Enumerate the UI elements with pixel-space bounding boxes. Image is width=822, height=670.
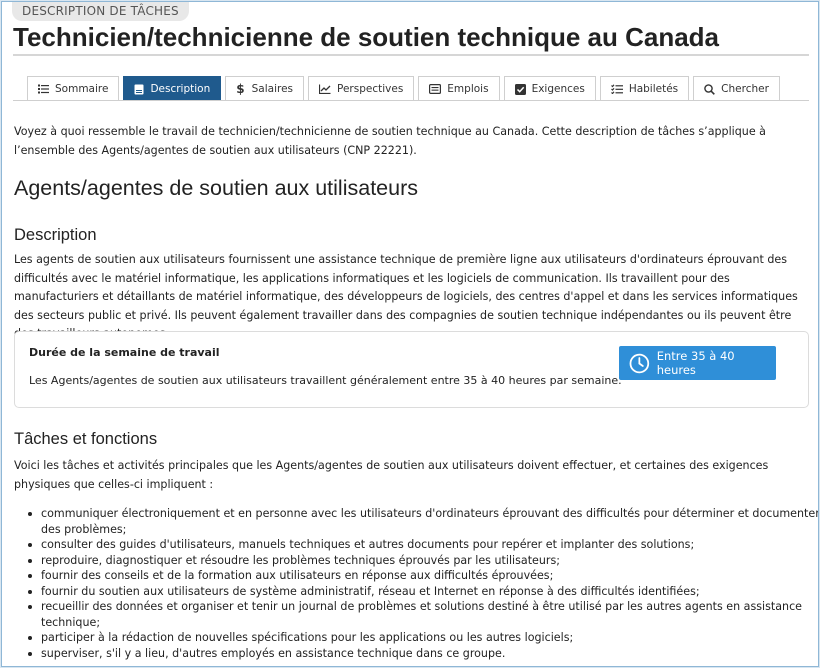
tab-label: Salaires xyxy=(251,83,294,95)
tab-habiletes[interactable]: Habiletés xyxy=(599,76,690,101)
intro-paragraph: Voyez à quoi ressemble le travail de tec… xyxy=(14,125,766,157)
tab-label: Chercher xyxy=(721,83,769,95)
list-item: communiquer électroniquement et en perso… xyxy=(28,506,818,537)
duties-intro: Voici les tâches et activités principale… xyxy=(14,459,769,491)
list-item: consulter des guides d'utilisateurs, man… xyxy=(28,537,818,553)
tab-perspectives[interactable]: Perspectives xyxy=(308,76,415,101)
list-item: reproduire, diagnostiquer et résoudre le… xyxy=(28,553,818,569)
tab-sommaire[interactable]: Sommaire xyxy=(27,76,120,101)
tab-bar: Sommaire Description $ Salaires Perspect… xyxy=(27,76,784,101)
section-badge: DESCRIPTION DE TÂCHES xyxy=(12,2,189,21)
list-item: superviser, s'il y a lieu, d'autres empl… xyxy=(28,646,818,662)
workweek-text: Les Agents/agentes de soutien aux utilis… xyxy=(29,374,622,387)
tab-description[interactable]: Description xyxy=(123,76,222,101)
tab-chercher[interactable]: Chercher xyxy=(693,76,780,101)
tab-salaires[interactable]: $ Salaires xyxy=(225,76,305,101)
title-divider xyxy=(13,54,809,56)
tab-label: Exigences xyxy=(531,83,585,95)
tab-label: Habiletés xyxy=(628,83,679,95)
description-heading: Description xyxy=(14,226,97,244)
tab-emplois[interactable]: Emplois xyxy=(418,76,500,101)
page-title: Technicien/technicienne de soutien techn… xyxy=(13,22,719,52)
duties-list: communiquer électroniquement et en perso… xyxy=(14,506,818,662)
list-item: participer à la rédaction de nouvelles s… xyxy=(28,630,818,646)
trend-chart-icon xyxy=(319,84,331,94)
description-paragraph: Les agents de soutien aux utilisateurs f… xyxy=(14,253,798,340)
list-item: fournir du soutien aux utilisateurs de s… xyxy=(28,584,818,600)
list-icon xyxy=(38,84,49,94)
page-frame: DESCRIPTION DE TÂCHES Technicien/technic… xyxy=(1,1,819,667)
duties-heading: Tâches et fonctions xyxy=(14,430,158,448)
job-listing-icon xyxy=(429,84,442,94)
search-icon xyxy=(704,83,716,95)
hours-button-label: Entre 35 à 40 heures xyxy=(656,349,735,377)
tab-exigences[interactable]: Exigences xyxy=(503,76,596,101)
clock-icon xyxy=(629,353,650,373)
workweek-card: Durée de la semaine de travail Les Agent… xyxy=(14,331,809,408)
checkbox-icon xyxy=(514,83,526,95)
dollar-icon: $ xyxy=(236,82,245,96)
document-icon xyxy=(134,84,144,94)
list-item: recueillir des données et organiser et t… xyxy=(28,599,818,630)
hours-button[interactable]: Entre 35 à 40 heures xyxy=(619,346,776,380)
checklist-icon xyxy=(610,84,623,94)
workweek-title: Durée de la semaine de travail xyxy=(29,346,220,359)
tabs-divider xyxy=(13,100,809,101)
tab-label: Sommaire xyxy=(55,83,109,95)
tab-label: Emplois xyxy=(447,83,489,95)
tab-label: Description xyxy=(150,83,211,95)
tab-label: Perspectives xyxy=(337,83,404,95)
list-item: fournir des conseils et de la formation … xyxy=(28,568,818,584)
occupation-heading: Agents/agentes de soutien aux utilisateu… xyxy=(14,176,418,200)
